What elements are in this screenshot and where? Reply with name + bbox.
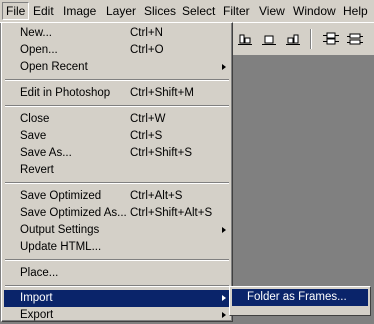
import-submenu: Folder as Frames... — [229, 286, 371, 316]
menu-item-export[interactable]: Export — [4, 307, 230, 324]
menu-item-shortcut: Ctrl+Shift+Alt+S — [130, 207, 213, 219]
menu-item-shortcut: Ctrl+S — [130, 130, 163, 142]
menu-slices[interactable]: Slices — [141, 2, 179, 20]
menu-item-save-optimized[interactable]: Save Optimized Ctrl+Alt+S — [4, 188, 230, 205]
submenu-arrow-icon — [222, 295, 226, 301]
align-center-icon[interactable] — [261, 32, 277, 46]
menu-item-label: Place... — [20, 267, 59, 279]
menu-item-label: Output Settings — [20, 224, 100, 236]
menu-item-label: Revert — [20, 164, 54, 176]
align-right-icon[interactable] — [285, 32, 301, 46]
menu-bar: File Edit Image Layer Slices Select Filt… — [0, 0, 374, 23]
align-toolbar — [230, 23, 374, 56]
menu-item-label: Close — [20, 113, 50, 125]
menu-item-save-optimized-as[interactable]: Save Optimized As... Ctrl+Shift+Alt+S — [4, 205, 230, 222]
menu-item-revert[interactable]: Revert — [4, 162, 230, 179]
menu-item-save-as[interactable]: Save As... Ctrl+Shift+S — [4, 145, 230, 162]
menu-help[interactable]: Help — [340, 2, 371, 20]
distribute-top-icon[interactable] — [323, 32, 339, 46]
align-left-icon[interactable] — [237, 32, 253, 46]
submenu-item-folder-as-frames[interactable]: Folder as Frames... — [232, 289, 368, 306]
menu-item-save[interactable]: Save Ctrl+S — [4, 128, 230, 145]
distribute-center-icon[interactable] — [347, 32, 363, 46]
menu-item-shortcut: Ctrl+N — [130, 27, 163, 39]
menu-file[interactable]: File — [2, 2, 30, 20]
menu-separator — [5, 285, 229, 287]
menu-item-shortcut: Ctrl+O — [130, 44, 164, 56]
menu-window[interactable]: Window — [290, 2, 339, 20]
submenu-arrow-icon — [222, 227, 226, 233]
menu-item-output-settings[interactable]: Output Settings — [4, 222, 230, 239]
menu-item-open-recent[interactable]: Open Recent — [4, 59, 230, 76]
menu-item-label: Import — [20, 292, 53, 304]
menu-item-import[interactable]: Import — [4, 290, 230, 307]
menu-select[interactable]: Select — [179, 2, 218, 20]
menu-item-edit-in-photoshop[interactable]: Edit in Photoshop Ctrl+Shift+M — [4, 85, 230, 102]
menu-image[interactable]: Image — [60, 2, 99, 20]
menu-layer[interactable]: Layer — [103, 2, 139, 20]
menu-item-place[interactable]: Place... — [4, 265, 230, 282]
menu-item-open[interactable]: Open... Ctrl+O — [4, 42, 230, 59]
menu-item-label: Save Optimized — [20, 190, 102, 202]
menu-item-label: New... — [20, 27, 52, 39]
menu-item-label: Open... — [20, 44, 58, 56]
menu-item-label: Save — [20, 130, 47, 142]
submenu-item-label: Folder as Frames... — [247, 291, 347, 303]
menu-item-shortcut: Ctrl+Shift+M — [130, 87, 194, 99]
menu-item-shortcut: Ctrl+Shift+S — [130, 147, 192, 159]
menu-item-label: Update HTML... — [20, 241, 102, 253]
menu-item-label: Edit in Photoshop — [20, 87, 111, 99]
file-menu: New... Ctrl+N Open... Ctrl+O Open Recent… — [1, 22, 233, 322]
menu-item-label: Save Optimized As... — [20, 207, 127, 219]
menu-separator — [5, 105, 229, 107]
submenu-arrow-icon — [222, 312, 226, 318]
menu-item-label: Save As... — [20, 147, 72, 159]
menu-edit[interactable]: Edit — [30, 2, 57, 20]
menu-item-label: Export — [20, 309, 54, 321]
submenu-arrow-icon — [222, 64, 226, 70]
menu-item-close[interactable]: Close Ctrl+W — [4, 111, 230, 128]
menu-separator — [5, 79, 229, 81]
menu-item-label: Open Recent — [20, 61, 88, 73]
menu-item-shortcut: Ctrl+W — [130, 113, 166, 125]
menu-separator — [5, 182, 229, 184]
menu-view[interactable]: View — [256, 2, 288, 20]
toolbar-separator — [310, 29, 312, 49]
menu-separator — [5, 259, 229, 261]
menu-filter[interactable]: Filter — [220, 2, 253, 20]
menu-item-update-html[interactable]: Update HTML... — [4, 239, 230, 256]
menu-item-new[interactable]: New... Ctrl+N — [4, 25, 230, 42]
menu-item-shortcut: Ctrl+Alt+S — [130, 190, 183, 202]
